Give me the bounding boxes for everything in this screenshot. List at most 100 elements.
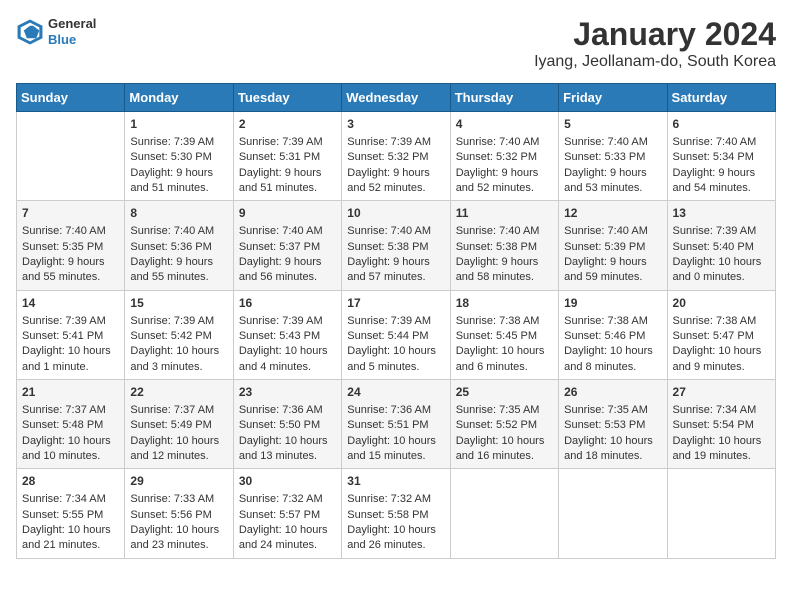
calendar-cell [17,112,125,201]
calendar-cell: 27 Sunrise: 7:34 AM Sunset: 5:54 PM Dayli… [667,380,775,469]
day-info: Sunrise: 7:40 AM Sunset: 5:38 PM Dayligh… [456,225,540,283]
week-row-2: 7 Sunrise: 7:40 AM Sunset: 5:35 PM Daylig… [17,201,776,290]
day-info: Sunrise: 7:40 AM Sunset: 5:35 PM Dayligh… [22,225,106,283]
logo: General Blue [16,16,96,47]
calendar-cell: 4 Sunrise: 7:40 AM Sunset: 5:32 PM Daylig… [450,112,558,201]
calendar-cell: 8 Sunrise: 7:40 AM Sunset: 5:36 PM Daylig… [125,201,233,290]
calendar-cell: 15 Sunrise: 7:39 AM Sunset: 5:42 PM Dayli… [125,290,233,379]
day-number: 19 [564,295,661,312]
calendar-cell: 30 Sunrise: 7:32 AM Sunset: 5:57 PM Dayli… [233,469,341,558]
calendar-cell: 3Sunrise: 7:39 AM Sunset: 5:32 PM Daylig… [342,112,450,201]
calendar-cell: 22Sunrise: 7:37 AM Sunset: 5:49 PM Dayli… [125,380,233,469]
day-info: Sunrise: 7:39 AM Sunset: 5:41 PM Dayligh… [22,315,111,373]
day-info: Sunrise: 7:40 AM Sunset: 5:39 PM Dayligh… [564,225,648,283]
day-info: Sunrise: 7:34 AM Sunset: 5:55 PM Dayligh… [22,493,111,551]
day-info: Sunrise: 7:38 AM Sunset: 5:46 PM Dayligh… [564,315,653,373]
day-number: 6 [673,116,770,133]
day-number: 15 [130,295,227,312]
day-info: Sunrise: 7:39 AM Sunset: 5:30 PM Dayligh… [130,136,214,194]
page-subtitle: Iyang, Jeollanam-do, South Korea [534,53,776,71]
day-number: 23 [239,384,336,401]
week-row-1: 1 Sunrise: 7:39 AM Sunset: 5:30 PM Daylig… [17,112,776,201]
calendar-cell: 6Sunrise: 7:40 AM Sunset: 5:34 PM Daylig… [667,112,775,201]
day-number: 17 [347,295,444,312]
calendar-cell: 29 Sunrise: 7:33 AM Sunset: 5:56 PM Dayli… [125,469,233,558]
day-number: 1 [130,116,227,133]
day-number: 11 [456,205,553,222]
calendar-cell: 1 Sunrise: 7:39 AM Sunset: 5:30 PM Daylig… [125,112,233,201]
day-number: 18 [456,295,553,312]
day-info: Sunrise: 7:33 AM Sunset: 5:56 PM Dayligh… [130,493,219,551]
header-cell-thursday: Thursday [450,84,558,112]
day-info: Sunrise: 7:40 AM Sunset: 5:32 PM Dayligh… [456,136,540,194]
day-info: Sunrise: 7:40 AM Sunset: 5:33 PM Dayligh… [564,136,648,194]
day-number: 25 [456,384,553,401]
day-info: Sunrise: 7:39 AM Sunset: 5:42 PM Dayligh… [130,315,219,373]
day-number: 13 [673,205,770,222]
day-number: 7 [22,205,119,222]
header-cell-monday: Monday [125,84,233,112]
calendar-cell: 24 Sunrise: 7:36 AM Sunset: 5:51 PM Dayli… [342,380,450,469]
day-number: 10 [347,205,444,222]
header-cell-tuesday: Tuesday [233,84,341,112]
calendar-cell: 5Sunrise: 7:40 AM Sunset: 5:33 PM Daylig… [559,112,667,201]
calendar-cell: 12 Sunrise: 7:40 AM Sunset: 5:39 PM Dayli… [559,201,667,290]
day-info: Sunrise: 7:40 AM Sunset: 5:37 PM Dayligh… [239,225,323,283]
calendar-table: SundayMondayTuesdayWednesdayThursdayFrid… [16,83,776,559]
day-info: Sunrise: 7:34 AM Sunset: 5:54 PM Dayligh… [673,404,762,462]
day-info: Sunrise: 7:38 AM Sunset: 5:47 PM Dayligh… [673,315,762,373]
calendar-cell: 31 Sunrise: 7:32 AM Sunset: 5:58 PM Dayli… [342,469,450,558]
calendar-cell: 19 Sunrise: 7:38 AM Sunset: 5:46 PM Dayli… [559,290,667,379]
day-info: Sunrise: 7:40 AM Sunset: 5:38 PM Dayligh… [347,225,431,283]
day-info: Sunrise: 7:32 AM Sunset: 5:58 PM Dayligh… [347,493,436,551]
day-info: Sunrise: 7:35 AM Sunset: 5:52 PM Dayligh… [456,404,545,462]
calendar-cell: 10 Sunrise: 7:40 AM Sunset: 5:38 PM Dayli… [342,201,450,290]
logo-icon [16,18,44,46]
calendar-body: 1 Sunrise: 7:39 AM Sunset: 5:30 PM Daylig… [17,112,776,559]
day-info: Sunrise: 7:37 AM Sunset: 5:48 PM Dayligh… [22,404,111,462]
day-number: 30 [239,473,336,490]
calendar-cell: 14 Sunrise: 7:39 AM Sunset: 5:41 PM Dayli… [17,290,125,379]
calendar-cell: 21 Sunrise: 7:37 AM Sunset: 5:48 PM Dayli… [17,380,125,469]
day-number: 16 [239,295,336,312]
day-info: Sunrise: 7:35 AM Sunset: 5:53 PM Dayligh… [564,404,653,462]
calendar-cell: 26Sunrise: 7:35 AM Sunset: 5:53 PM Dayli… [559,380,667,469]
calendar-cell: 9Sunrise: 7:40 AM Sunset: 5:37 PM Daylig… [233,201,341,290]
day-number: 21 [22,384,119,401]
calendar-cell: 25 Sunrise: 7:35 AM Sunset: 5:52 PM Dayli… [450,380,558,469]
header-row: SundayMondayTuesdayWednesdayThursdayFrid… [17,84,776,112]
header-cell-sunday: Sunday [17,84,125,112]
header-cell-saturday: Saturday [667,84,775,112]
day-info: Sunrise: 7:38 AM Sunset: 5:45 PM Dayligh… [456,315,545,373]
day-info: Sunrise: 7:40 AM Sunset: 5:36 PM Dayligh… [130,225,214,283]
header-cell-friday: Friday [559,84,667,112]
day-number: 27 [673,384,770,401]
day-number: 4 [456,116,553,133]
calendar-cell: 28Sunrise: 7:34 AM Sunset: 5:55 PM Dayli… [17,469,125,558]
week-row-3: 14 Sunrise: 7:39 AM Sunset: 5:41 PM Dayli… [17,290,776,379]
calendar-cell [450,469,558,558]
day-info: Sunrise: 7:36 AM Sunset: 5:50 PM Dayligh… [239,404,328,462]
day-info: Sunrise: 7:32 AM Sunset: 5:57 PM Dayligh… [239,493,328,551]
calendar-cell: 11 Sunrise: 7:40 AM Sunset: 5:38 PM Dayli… [450,201,558,290]
day-number: 31 [347,473,444,490]
calendar-cell: 16 Sunrise: 7:39 AM Sunset: 5:43 PM Dayli… [233,290,341,379]
day-number: 8 [130,205,227,222]
day-number: 3 [347,116,444,133]
title-block: January 2024 Iyang, Jeollanam-do, South … [534,16,776,71]
calendar-cell: 13 Sunrise: 7:39 AM Sunset: 5:40 PM Dayli… [667,201,775,290]
day-number: 12 [564,205,661,222]
header-cell-wednesday: Wednesday [342,84,450,112]
day-info: Sunrise: 7:39 AM Sunset: 5:43 PM Dayligh… [239,315,328,373]
calendar-cell: 7 Sunrise: 7:40 AM Sunset: 5:35 PM Daylig… [17,201,125,290]
calendar-cell: 20Sunrise: 7:38 AM Sunset: 5:47 PM Dayli… [667,290,775,379]
calendar-cell: 2Sunrise: 7:39 AM Sunset: 5:31 PM Daylig… [233,112,341,201]
day-number: 14 [22,295,119,312]
calendar-cell [667,469,775,558]
day-number: 24 [347,384,444,401]
day-number: 29 [130,473,227,490]
day-info: Sunrise: 7:39 AM Sunset: 5:40 PM Dayligh… [673,225,762,283]
calendar-cell: 18 Sunrise: 7:38 AM Sunset: 5:45 PM Dayli… [450,290,558,379]
day-number: 2 [239,116,336,133]
day-info: Sunrise: 7:36 AM Sunset: 5:51 PM Dayligh… [347,404,436,462]
